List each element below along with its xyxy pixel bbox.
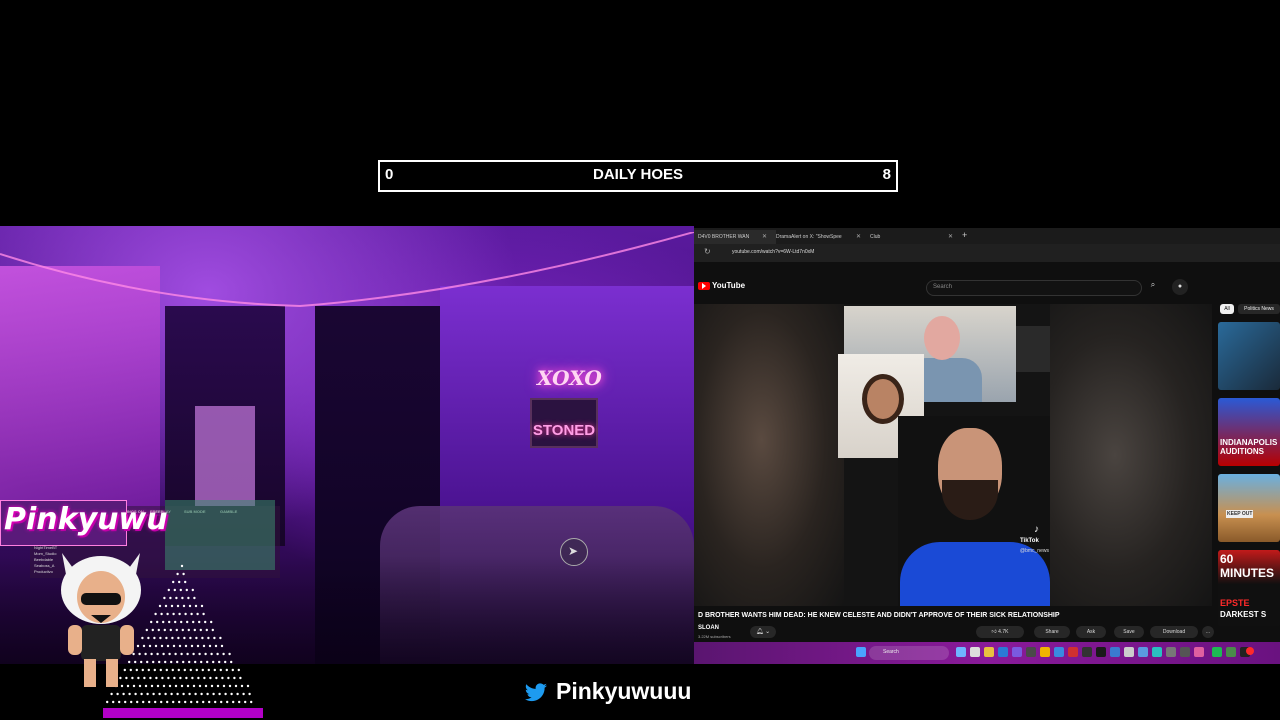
app-icon[interactable] [956,647,966,657]
ask-button[interactable]: Ask [1076,626,1106,638]
video-inset [1016,326,1050,372]
browser-window: D4V0 BROTHER WAN ✕ DramaAlert on X: "Show… [694,228,1280,664]
address-bar[interactable]: ↻ youtube.com/watch?v=6W-Ltd7n0xM [694,244,1280,262]
app-icon[interactable] [1166,647,1176,657]
neon-stoned-sign: STONED [530,398,598,448]
tiktok-handle: @bmc_news [1020,548,1049,554]
video-man-head [924,316,960,360]
browser-tab[interactable]: DramaAlert on X: "ShowSpee ✕ [772,230,870,244]
app-icon[interactable] [1124,647,1134,657]
app-icon[interactable] [1152,647,1162,657]
tiktok-label: TikTok [1020,538,1039,544]
tab-strip: D4V0 BROTHER WAN ✕ DramaAlert on X: "Show… [694,228,1280,244]
close-icon[interactable]: ✕ [856,230,861,244]
door-light [195,406,255,506]
start-icon[interactable] [856,647,866,657]
video-title: D BROTHER WANTS HIM DEAD: HE KNEW CELEST… [698,612,1060,619]
video-blur-left [694,304,844,606]
microphone-icon[interactable]: ● [1172,279,1188,295]
app-icon[interactable] [1082,647,1092,657]
close-icon[interactable]: ✕ [762,230,767,244]
record-icon[interactable] [1246,647,1254,655]
spotify-icon[interactable] [1212,647,1222,657]
play-icon [702,283,706,289]
app-icon[interactable] [1194,647,1204,657]
channel-name[interactable]: SLOAN [698,625,719,631]
bell-icon[interactable]: 🔔︎ ⌄ [750,626,776,638]
app-icon[interactable] [1096,647,1106,657]
browser-tab[interactable]: Club ✕ [866,230,960,244]
avatar-character [61,553,141,687]
app-icon[interactable] [970,647,980,657]
score-bar: 0 DAILY HOES 8 [378,160,898,192]
folder-icon[interactable] [984,647,994,657]
recommended-video-thumbnail[interactable]: INDIANAPOLIS AUDITIONS [1218,398,1280,466]
string-lights [0,232,694,308]
app-icon[interactable] [1138,647,1148,657]
right-score: 8 [882,166,891,183]
score-title: DAILY HOES [592,166,684,183]
neon-xoxo-sign: XOXO [537,366,602,390]
reload-icon[interactable]: ↻ [704,247,711,256]
youtube-brand[interactable]: YouTube [712,281,745,290]
save-button[interactable]: Save [1114,626,1144,638]
video-blur-right [1050,304,1212,606]
search-icon[interactable]: ⌕ [1144,280,1162,294]
close-icon[interactable]: ✕ [948,230,953,244]
app-icon[interactable] [1054,647,1064,657]
chip-politics-news[interactable]: Politics News [1238,304,1280,314]
download-button[interactable]: Download [1150,626,1198,638]
streamer-logo: Pinkyuwu [4,502,168,537]
recommended-video-thumbnail[interactable] [1218,322,1280,390]
tiktok-icon: ♪ [1034,524,1039,535]
app-icon[interactable] [1110,647,1120,657]
twitter-handle: Pinkyuwuuu [556,678,692,704]
search-input[interactable]: Search [926,280,1142,296]
app-icon[interactable] [1068,647,1078,657]
app-icon[interactable] [1026,647,1036,657]
share-button[interactable]: Share [1034,626,1070,638]
url-text[interactable]: youtube.com/watch?v=6W-Ltd7n0xM [732,249,814,255]
browser-tab[interactable]: D4V0 BROTHER WAN ✕ [694,230,776,244]
app-icon[interactable] [1226,647,1236,657]
app-icon[interactable] [998,647,1008,657]
twitter-bird-icon [524,683,547,702]
new-tab-button[interactable]: + [962,230,967,240]
recommended-video-thumbnail[interactable]: 60 MINUTES EPSTE DARKEST S [1218,550,1280,626]
video-player[interactable]: ♪ TikTok @bmc_news [694,304,1212,606]
recommended-video-thumbnail[interactable]: KEEP OUT [1218,474,1280,542]
subscriber-count: 3.22M subscribers [698,634,731,639]
app-icon[interactable] [1012,647,1022,657]
app-icon[interactable] [1180,647,1190,657]
like-button[interactable]: 👍︎ 4.7K [976,626,1024,638]
chrome-icon[interactable] [1040,647,1050,657]
cursor-icon: ➤ [560,538,588,566]
alert-strip [103,708,263,718]
chip-all[interactable]: All [1220,304,1234,314]
taskbar-search[interactable]: Search [869,646,949,660]
more-button[interactable]: ... [1202,626,1214,638]
